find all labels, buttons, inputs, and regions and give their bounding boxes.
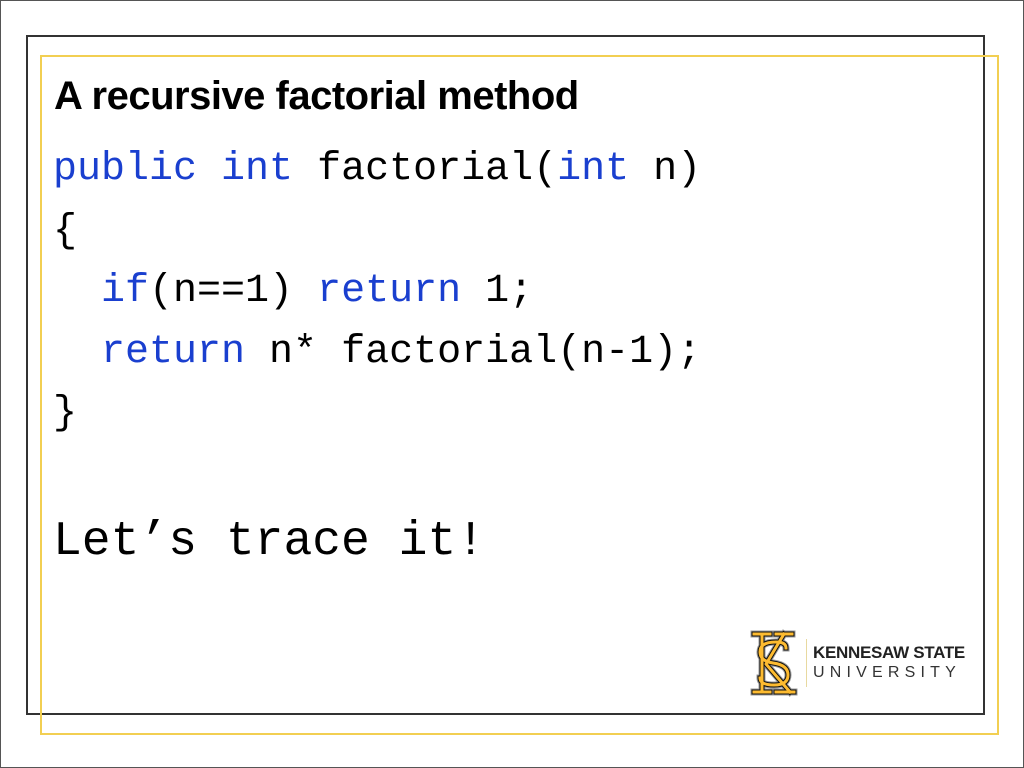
code-text: } — [53, 391, 78, 436]
code-keyword: public — [53, 147, 198, 192]
code-keyword: int — [221, 147, 294, 192]
trace-prompt: Let’s trace it! — [53, 515, 486, 569]
code-keyword: return — [101, 330, 246, 375]
code-text: { — [53, 209, 78, 254]
code-keyword: int — [557, 147, 630, 192]
logo-divider — [806, 639, 807, 687]
code-line-4: return n* factorial(n-1); — [53, 333, 701, 373]
code-line-1: public int factorial(int n) — [53, 150, 701, 190]
ks-monogram-icon — [746, 628, 800, 698]
code-text: n* factorial(n-1); — [245, 330, 702, 375]
logo-wordmark: KENNESAW STATE UNIVERSITY — [813, 643, 965, 683]
code-line-3: if(n==1) return 1; — [53, 272, 533, 312]
ksu-logo: KENNESAW STATE UNIVERSITY — [746, 628, 965, 698]
code-text: factorial( — [293, 147, 558, 192]
logo-line-kennesaw-state: KENNESAW STATE — [813, 643, 965, 662]
code-keyword: if — [101, 269, 150, 314]
code-text: 1; — [461, 269, 534, 314]
code-line-5: } — [53, 394, 77, 434]
slide-title: A recursive factorial method — [54, 74, 579, 118]
code-keyword: return — [317, 269, 462, 314]
code-line-2: { — [53, 212, 77, 252]
logo-line-university: UNIVERSITY — [813, 664, 962, 681]
code-text: (n==1) — [149, 269, 318, 314]
code-text: n) — [629, 147, 702, 192]
